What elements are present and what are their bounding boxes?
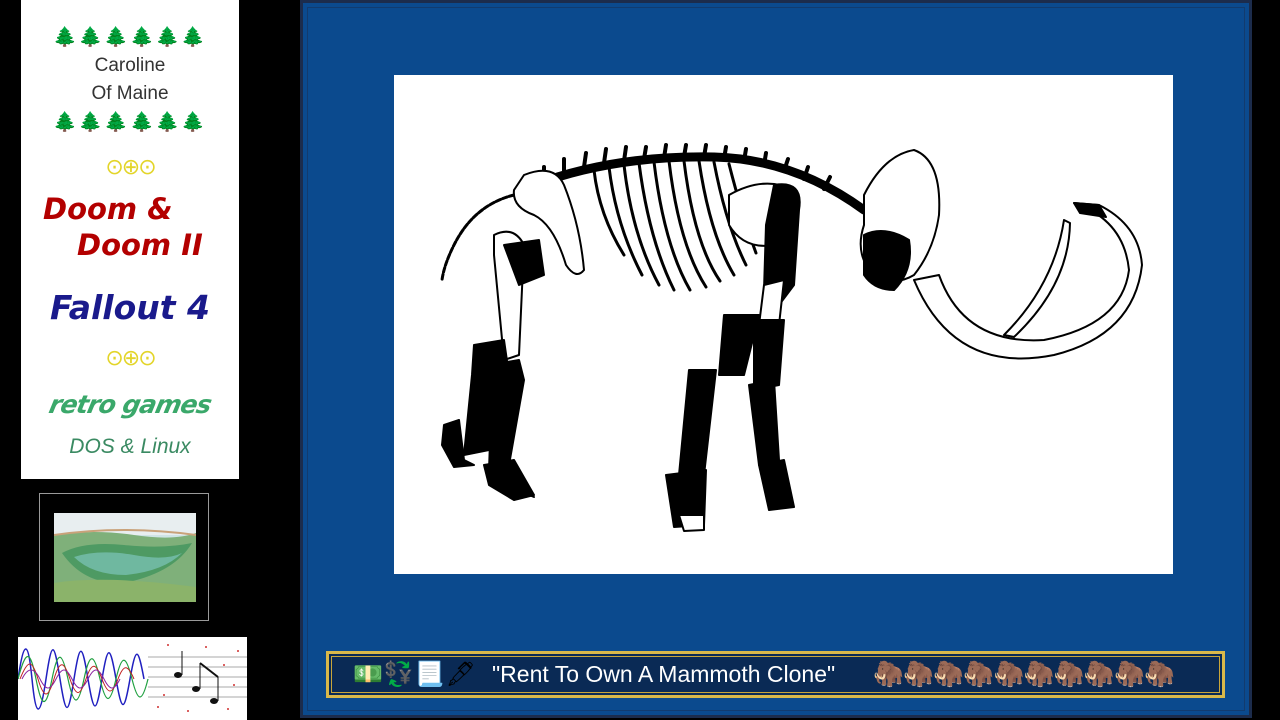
channel-card: 🌲🌲🌲🌲🌲🌲 Caroline Of Maine 🌲🌲🌲🌲🌲🌲 ⊙⊕⊙ Doom… (21, 0, 239, 479)
money-scroll-pen-icons: 💵💱📃🖋 (353, 660, 478, 688)
divider-dots-top: ⊙⊕⊙ (105, 155, 156, 180)
retro-games-logo: retro games (46, 390, 214, 419)
doom-title-line2: Doom II (77, 228, 203, 262)
platforms-label: DOS & Linux (69, 435, 191, 458)
thumbnail-frame (39, 493, 209, 621)
caption-title: "Rent To Own A Mammoth Clone" (492, 661, 836, 687)
caption-bar: 💵💱📃🖋 "Rent To Own A Mammoth Clone" 🦣🦣🦣🦣🦣… (326, 651, 1225, 698)
tree-row-top: 🌲🌲🌲🌲🌲🌲 (53, 26, 207, 48)
doom-title-line1: Doom & (43, 192, 173, 226)
channel-name-line1: Caroline (94, 55, 166, 76)
mammoth-icons: 🦣🦣🦣🦣🦣🦣🦣🦣🦣🦣 (873, 659, 1175, 688)
channel-name-line2: Of Maine (91, 83, 169, 104)
landscape-painting (54, 513, 196, 602)
fallout-title: Fallout 4 (49, 288, 211, 327)
tree-row-bottom: 🌲🌲🌲🌲🌲🌲 (53, 111, 207, 133)
mammoth-skeleton-drawing (394, 75, 1173, 574)
divider-dots-bottom: ⊙⊕⊙ (105, 346, 156, 371)
waveform-music-strip (18, 637, 247, 720)
